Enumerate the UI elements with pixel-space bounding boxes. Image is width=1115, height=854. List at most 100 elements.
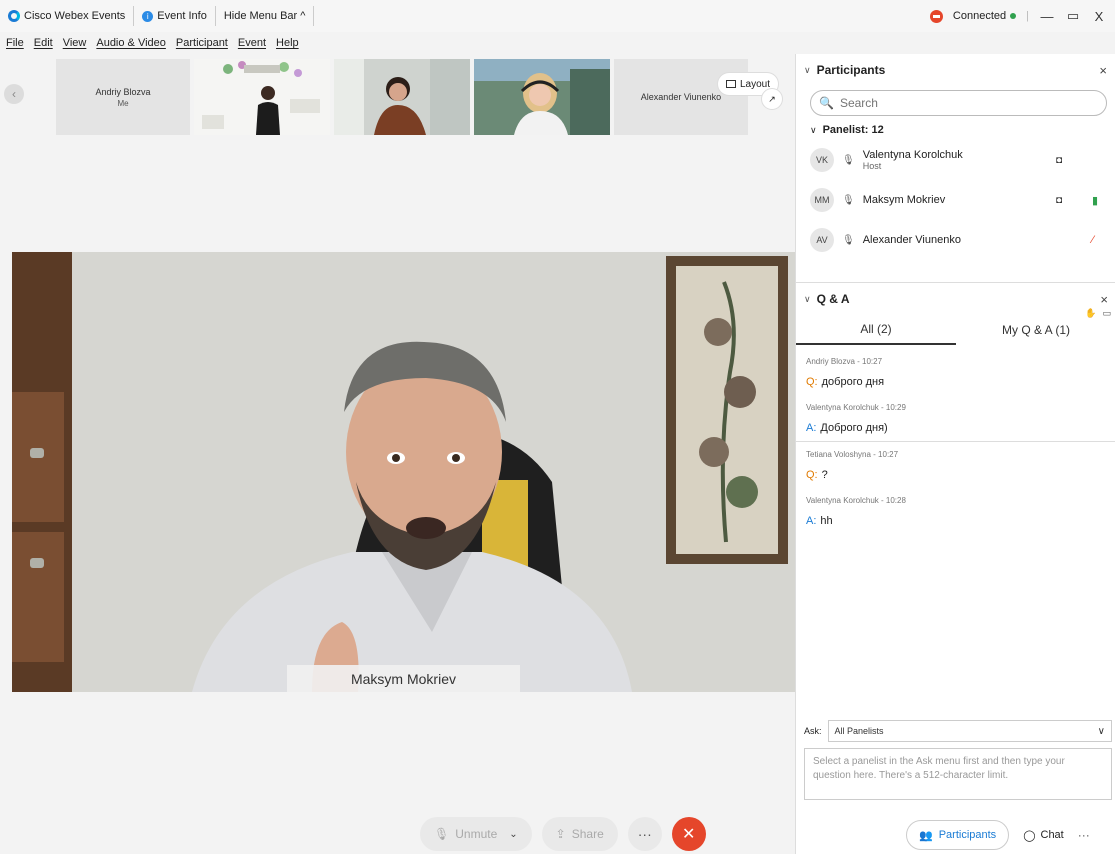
tab-my-qa[interactable]: My Q & A (1) (956, 315, 1115, 345)
participant-list: VK 🎙 Valentyna Korolchuk Host ◘ MM 🎙 Mak… (796, 140, 1115, 260)
chevron-down-icon: ∨ (1097, 725, 1105, 737)
ask-recipient-select[interactable]: All Panelists ∨ (827, 720, 1112, 742)
qa-text: hh (820, 515, 833, 527)
avatar: AV (810, 228, 834, 252)
qa-answer[interactable]: Valentyna Korolchuk - 10:29 A: Доброго дн… (796, 395, 1115, 442)
more-panels-button[interactable]: ··· (1078, 828, 1090, 842)
video-tile-presentation[interactable] (194, 59, 330, 135)
title-bar: Cisco Webex Events i Event Info Hide Men… (0, 0, 1115, 32)
expand-filmstrip-button[interactable]: ↗ (762, 89, 782, 109)
restore-button[interactable]: ▭ (1065, 8, 1081, 24)
mic-icon: 🎙 (842, 194, 855, 206)
participant-row[interactable]: MM 🎙 Maksym Mokriev ◘ ▮ (796, 180, 1115, 220)
collapse-chevron-icon[interactable]: ∨ (804, 65, 811, 76)
question-marker: Q: (806, 376, 818, 388)
event-info-button[interactable]: i Event Info (134, 6, 216, 26)
menu-audio-video[interactable]: Audio & Video (96, 37, 166, 49)
video-tile-alexander[interactable]: Alexander Viunenko (614, 59, 748, 135)
panelist-group-header[interactable]: ∨ Panelist: 12 (796, 116, 1115, 136)
qa-text: Доброго дня) (820, 422, 888, 434)
chat-toggle-button[interactable]: ◯ Chat (1017, 820, 1070, 850)
window-controls: Connected | — ▭ X (929, 8, 1115, 24)
share-button[interactable]: ⇪ Share (541, 817, 618, 851)
camera-icon: ◘ (1056, 154, 1063, 166)
filmstrip: Andriy Blozva Me Alexander Viunenko Layo… (22, 59, 782, 139)
tab-all[interactable]: All (2) (796, 315, 956, 345)
close-participants-button[interactable]: × (1099, 63, 1107, 78)
menu-edit[interactable]: Edit (34, 37, 53, 49)
participants-toggle-button[interactable]: 👥 Participants (906, 820, 1010, 850)
close-window-button[interactable]: X (1091, 9, 1107, 24)
close-qa-button[interactable]: × (1100, 292, 1108, 307)
menu-file[interactable]: File (6, 37, 24, 49)
meeting-controls: 🎙 Unmute ⌄ ⇪ Share ··· ✕ (420, 816, 706, 852)
status-dot-icon (1010, 13, 1017, 19)
mic-icon: 🎙 (842, 234, 855, 246)
participant-name: Alexander Viunenko (862, 234, 961, 246)
qa-meta: Andriy Blozva - 10:27 (806, 356, 883, 366)
menu-participant[interactable]: Participant (176, 37, 228, 49)
menu-view[interactable]: View (63, 37, 87, 49)
camera-icon: ◘ (1056, 194, 1063, 206)
divider: | (1026, 10, 1029, 22)
qa-question[interactable]: Tetiana Voloshyna - 10:27 Q:? (796, 442, 1115, 488)
main-video[interactable]: Maksym Mokriev (12, 252, 795, 692)
info-icon: i (142, 10, 154, 22)
participant-3-video-thumb (334, 59, 470, 135)
chevron-down-icon[interactable]: ⌄ (509, 829, 517, 840)
participant-name: Valentyna Korolchuk (862, 149, 963, 161)
collapse-chevron-icon[interactable]: ∨ (804, 294, 811, 305)
participant-role: Host (862, 161, 882, 171)
participant-search[interactable]: 🔍 (810, 90, 1107, 116)
menu-help[interactable]: Help (276, 37, 299, 49)
hide-menu-bar-button[interactable]: Hide Menu Bar ^ (216, 6, 315, 26)
mic-muted-icon: 🎙 (434, 827, 450, 841)
participant-row[interactable]: VK 🎙 Valentyna Korolchuk Host ◘ (796, 140, 1115, 180)
speaker-name-tag: Maksym Mokriev (287, 665, 520, 692)
qa-meta: Tetiana Voloshyna - 10:27 (806, 449, 899, 459)
qa-answer[interactable]: Valentyna Korolchuk - 10:28 A: hh (796, 488, 1115, 534)
qa-header: ∨ Q & A × (804, 291, 1108, 307)
connection-status[interactable]: Connected (953, 10, 1017, 22)
audio-level-icon: ▮ (1092, 194, 1099, 207)
answer-marker: A: (806, 422, 817, 434)
ask-label: Ask: (804, 726, 822, 736)
qa-list: Andriy Blozva - 10:27 Q: доброго дня Vale… (796, 345, 1115, 534)
video-tile-participant-3[interactable] (334, 59, 470, 135)
ask-row: Ask: All Panelists ∨ (804, 720, 1112, 742)
app-title: Cisco Webex Events (0, 6, 135, 26)
participant-4-video-thumb (474, 59, 610, 135)
qa-question[interactable]: Andriy Blozva - 10:27 Q: доброго дня (796, 349, 1115, 395)
mic-muted-icon: ⁄ (1092, 234, 1094, 246)
participant-row[interactable]: AV 🎙 Alexander Viunenko ⁄ (796, 220, 1115, 260)
expand-icon: ↗ (768, 93, 776, 104)
question-input[interactable]: Select a panelist in the Ask menu first … (804, 748, 1112, 800)
presentation-video-thumb (194, 59, 330, 135)
video-stage: ‹ Andriy Blozva Me Alexander Viunenko La… (0, 54, 795, 854)
share-icon: ⇪ (555, 827, 566, 841)
menu-event[interactable]: Event (238, 37, 266, 49)
chevron-down-icon: ∨ (810, 124, 817, 135)
question-marker: Q: (806, 469, 818, 481)
qa-text: доброго дня (821, 376, 885, 388)
participant-name: Maksym Mokriev (862, 194, 946, 206)
video-tile-andriy[interactable]: Andriy Blozva Me (56, 59, 190, 135)
connection-status-icon (929, 9, 943, 23)
menu-bar: File Edit View Audio & Video Participant… (0, 32, 790, 54)
unmute-button[interactable]: 🎙 Unmute ⌄ (420, 817, 532, 851)
qa-meta: Valentyna Korolchuk - 10:28 (806, 495, 906, 505)
participants-header: ∨ Participants × (804, 62, 1107, 78)
search-input[interactable] (839, 96, 1090, 110)
main-speaker-video (12, 252, 795, 692)
more-options-button[interactable]: ··· (627, 817, 662, 851)
avatar: VK (810, 148, 834, 172)
side-panel: ∨ Participants × 🔍 ∨ Panelist: 12 VK 🎙 V… (795, 54, 1115, 854)
leave-meeting-button[interactable]: ✕ (671, 817, 706, 851)
qa-panel: ∨ Q & A × All (2) My Q & A (1) Andriy Bl… (796, 282, 1115, 534)
participants-icon: 👥 (919, 829, 933, 842)
search-icon: 🔍 (819, 96, 834, 110)
answer-marker: A: (806, 515, 817, 527)
video-tile-participant-4[interactable] (474, 59, 610, 135)
minimize-button[interactable]: — (1039, 9, 1055, 24)
filmstrip-prev-button[interactable]: ‹ (4, 84, 24, 104)
